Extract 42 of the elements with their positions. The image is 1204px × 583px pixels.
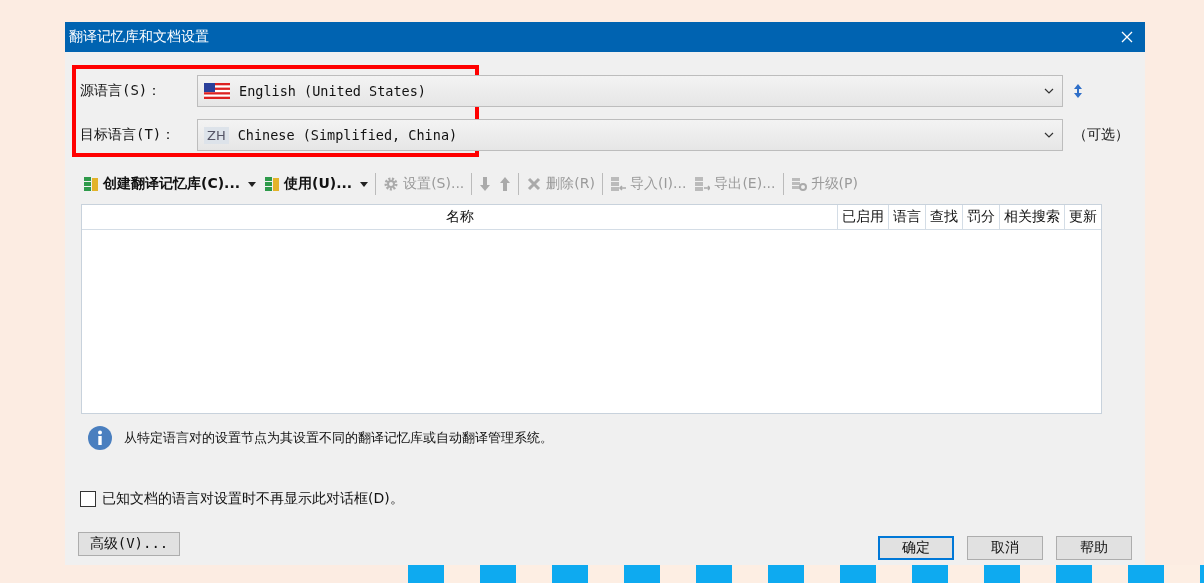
column-header[interactable]: 语言 <box>888 205 925 229</box>
gear-icon <box>383 175 400 193</box>
down-arrow-icon <box>479 176 492 192</box>
dropdown-value: Chinese (Simplified, China) <box>237 127 459 143</box>
up-arrow-icon <box>499 176 512 192</box>
column-header[interactable]: 名称 <box>82 205 837 229</box>
column-header[interactable]: 相关搜索 <box>999 205 1064 229</box>
dialog-button[interactable]: 帮助 <box>1056 536 1132 560</box>
column-header[interactable]: 更新 <box>1064 205 1101 229</box>
dropdown-value: English (United States) <box>239 83 427 99</box>
advanced-button[interactable]: 高级(V)... <box>78 532 180 556</box>
delete-x-icon <box>526 175 543 193</box>
toolbar-button[interactable]: 使用(U)... <box>261 173 372 195</box>
dialog-button[interactable]: 取消 <box>967 536 1043 560</box>
column-header[interactable]: 查找 <box>925 205 962 229</box>
checkbox-label: 已知文档的语言对设置时不再显示此对话框(D)。 <box>102 490 404 508</box>
toolbar-button[interactable]: 创建翻译记忆库(C)... <box>80 173 260 195</box>
flag-icon <box>204 83 230 99</box>
database-import-icon <box>610 175 626 193</box>
caret-icon <box>360 181 369 187</box>
caret-icon <box>248 181 257 187</box>
info-icon <box>88 426 112 450</box>
field-label: 源语言(S)： <box>79 82 163 100</box>
field-label: 目标语言(T)： <box>79 126 177 144</box>
column-header[interactable]: 罚分 <box>962 205 999 229</box>
dialog-button[interactable]: 确定 <box>878 536 954 560</box>
language-code: ZH <box>204 126 229 144</box>
database-icon <box>264 175 281 193</box>
database-export-icon <box>694 175 711 193</box>
database-icon <box>83 175 99 193</box>
window-title: 翻译记忆库和文档设置 <box>69 28 210 46</box>
database-gear-icon <box>790 175 807 193</box>
info-text: 从特定语言对的设置节点为其设置不同的翻译记忆库或自动翻译管理系统。 <box>124 429 553 447</box>
language-dropdown[interactable]: ZH Chinese (Simplified, China) <box>197 119 1063 151</box>
swap-arrows-icon <box>1073 83 1083 99</box>
checkbox[interactable] <box>80 491 96 507</box>
column-header[interactable]: 已启用 <box>837 205 888 229</box>
optional-note: （可选） <box>1072 126 1129 144</box>
chevron-icon <box>1044 88 1054 94</box>
language-dropdown[interactable]: English (United States) <box>197 75 1063 107</box>
chevron-icon <box>1044 132 1054 138</box>
close-icon <box>1121 31 1133 43</box>
